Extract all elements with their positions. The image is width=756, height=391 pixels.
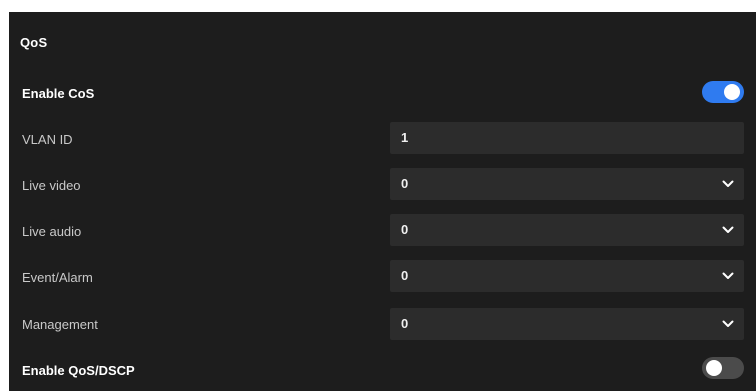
live-video-select[interactable]: 0 [390, 168, 744, 200]
live-audio-select[interactable]: 0 [390, 214, 744, 246]
vlan-id-label: VLAN ID [22, 132, 73, 147]
chevron-down-icon [722, 180, 734, 187]
live-video-value: 0 [401, 176, 409, 191]
live-audio-value: 0 [401, 222, 409, 237]
management-select[interactable]: 0 [390, 308, 744, 340]
live-video-label: Live video [22, 178, 81, 193]
event-alarm-value: 0 [401, 268, 409, 283]
qos-settings-panel: QoS Enable CoS VLAN ID 1 Live video 0 Li… [9, 12, 756, 391]
toggle-knob [706, 360, 722, 376]
vlan-id-input[interactable]: 1 [390, 122, 744, 154]
chevron-down-icon [722, 320, 734, 327]
toggle-knob [724, 84, 740, 100]
live-audio-label: Live audio [22, 224, 82, 239]
management-label: Management [22, 317, 98, 332]
chevron-down-icon [722, 226, 734, 233]
enable-qos-dscp-label: Enable QoS/DSCP [22, 363, 135, 378]
enable-cos-label: Enable CoS [22, 86, 95, 101]
chevron-down-icon [722, 272, 734, 279]
section-title: QoS [20, 35, 48, 50]
event-alarm-select[interactable]: 0 [390, 260, 744, 292]
enable-cos-toggle[interactable] [702, 81, 744, 103]
vlan-id-value: 1 [401, 130, 409, 145]
enable-qos-dscp-toggle[interactable] [702, 357, 744, 379]
management-value: 0 [401, 316, 409, 331]
event-alarm-label: Event/Alarm [22, 270, 93, 285]
